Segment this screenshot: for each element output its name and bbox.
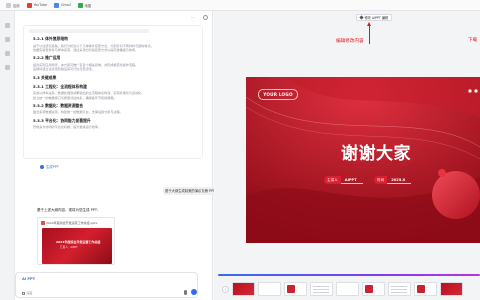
more-icon[interactable]: ··· xyxy=(191,16,197,20)
edit-in-aippt-button[interactable]: 修改 AIPPT 编辑 xyxy=(356,14,393,21)
slide-canvas[interactable]: YOUR LOGO 谢谢大家 主讲人 AIPPT 时间 2025.X xyxy=(246,77,480,243)
file-name-label: 2024年度综合开发运营工作总结.pptx xyxy=(46,221,98,225)
file-name: 2024年度综合开发运营工作总结.pptx xyxy=(41,221,97,225)
bookmark-youtube[interactable]: YouTube xyxy=(26,2,47,8)
presenter-label: 主讲人 xyxy=(324,176,341,184)
edit-button-label: 修改 AIPPT 编辑 xyxy=(364,16,389,20)
send-icon[interactable] xyxy=(191,289,197,295)
message-composer[interactable]: AI PPT 深度 xyxy=(15,272,198,298)
bookmark-label: 地图 xyxy=(84,3,92,8)
annotation-edit-content: 编辑修改内容 xyxy=(336,39,364,44)
ppt-file-card[interactable]: 2024年度综合开发运营工作总结.pptx 2024年度综合开发运营工作总结 汇… xyxy=(37,217,115,265)
maps-icon xyxy=(77,2,83,8)
assistant-response-text: 基于上述大纲内容，现将为您生成 PPT： xyxy=(37,208,101,212)
slide-thumbnail-strip: ‹ xyxy=(222,281,480,297)
slide-thumbnail[interactable] xyxy=(440,282,463,296)
annotation-arrow-line xyxy=(369,26,370,44)
prev-slide-icon[interactable]: ‹ xyxy=(222,285,229,293)
bookmark-label: YouTube xyxy=(33,3,47,7)
chat-panel: ··· 5.2.1 体外复原结构 基于以往研究思路，我们分析出以下几种体外复原方… xyxy=(15,11,217,300)
youtube-icon xyxy=(26,2,32,8)
deep-mode-icon xyxy=(22,291,25,295)
thumb-subtitle: 汇报人：AIPPT xyxy=(60,246,78,249)
section-text: 后续将通过试点项目验证其可行性与稳定性。 xyxy=(33,67,95,72)
slide-thumbnail[interactable] xyxy=(362,282,385,296)
outline-document: 5.2.1 体外复原结构 基于以往研究思路，我们分析出以下几种体外复原方法，分别… xyxy=(23,25,203,159)
bookmark-apps[interactable]: 应用 xyxy=(6,2,20,8)
left-rail xyxy=(0,11,15,300)
progress-strip xyxy=(218,274,480,276)
slide-thumbnail[interactable] xyxy=(310,282,333,296)
slide-thumbnail[interactable] xyxy=(232,282,255,296)
new-chat-icon[interactable] xyxy=(5,23,10,28)
slide-thumbnail[interactable] xyxy=(414,282,437,296)
bookmark-gmail[interactable]: Gmail xyxy=(54,2,71,8)
composer-mode-tag[interactable]: AI PPT xyxy=(22,277,35,281)
section-text: 形成多方协同的平台化机制，提升整体运行效率。 xyxy=(33,125,102,130)
deep-mode-toggle[interactable]: 深度 xyxy=(22,291,33,295)
file-thumbnail[interactable]: 2024年度综合开发运营工作总结 汇报人：AIPPT xyxy=(42,228,112,264)
presenter-value: AIPPT xyxy=(340,176,363,184)
apps-grid-icon[interactable] xyxy=(5,51,10,56)
section-heading: 5.2.1 体外复原结构 xyxy=(33,36,68,41)
star-icon[interactable] xyxy=(5,65,10,70)
section-heading: 5.3.1 工程化：全流程体系构建 xyxy=(33,83,87,89)
edit-pen-icon xyxy=(359,15,364,20)
pptx-file-icon xyxy=(41,221,45,225)
slide-thumbnail[interactable] xyxy=(336,282,359,296)
generate-ppt-label: 生成PPT xyxy=(46,165,59,169)
bookmark-maps[interactable]: 地图 xyxy=(77,2,92,8)
apps-icon xyxy=(6,2,11,8)
section-text: 建立统一的数据接口与质量评估体系，确保各环节衔接顺畅。 xyxy=(33,95,117,100)
section-heading: 5.2.2 推广运用 xyxy=(33,55,61,61)
annotation-download: 下载 xyxy=(468,38,478,43)
thumb-title: 2024年度综合开发运营工作总结 xyxy=(56,240,101,244)
ppt-preview-panel: 修改 AIPPT 编辑 编辑修改内容 下载 YOUR LOGO 谢谢大家 主讲人… xyxy=(214,11,480,300)
slide-thumbnail[interactable] xyxy=(388,282,411,296)
slide-thumbnail[interactable] xyxy=(258,282,281,296)
section-heading: 5.3.3 平台化：协同能力显著提升 xyxy=(33,117,91,123)
user-message-bubble: 基于大纲生成精美的演示文稿 PPT xyxy=(163,187,217,195)
generate-ppt-link[interactable]: 生成PPT xyxy=(40,164,59,169)
slide-thumbnail[interactable] xyxy=(284,282,307,296)
section-text: 依据实验室条件与样本来源，建议采用分阶段复原方式以提高准确度与效率。 xyxy=(33,47,139,52)
section-text: 整合多源数据资源，构建统一的数据平台，支撑后续分析与决策。 xyxy=(33,110,123,115)
ppt-icon xyxy=(40,164,44,169)
gmail-icon xyxy=(54,2,59,8)
presenter-field: 主讲人 AIPPT xyxy=(324,176,363,184)
slide-logo: YOUR LOGO xyxy=(258,89,298,100)
time-label: 时间 xyxy=(374,176,388,184)
history-icon[interactable] xyxy=(5,37,10,42)
bookmark-label: 应用 xyxy=(13,3,20,8)
section-heading: 5.3 关键成果 xyxy=(33,74,57,80)
slide-title: 谢谢大家 xyxy=(341,144,411,164)
time-value: 2025.X xyxy=(387,176,412,184)
time-field: 时间 2025.X xyxy=(374,176,412,184)
doc-header-placeholder xyxy=(29,29,149,33)
chat-header: ··· xyxy=(15,11,213,25)
deep-mode-label: 深度 xyxy=(26,291,33,295)
bookmark-label: Gmail xyxy=(61,3,71,7)
section-heading: 5.3.2 数据化：数据资源整合 xyxy=(33,102,84,108)
bookmarks-bar: 应用 YouTube Gmail 地图 xyxy=(0,0,480,11)
settings-icon[interactable] xyxy=(203,15,208,20)
mic-icon[interactable] xyxy=(184,290,187,295)
